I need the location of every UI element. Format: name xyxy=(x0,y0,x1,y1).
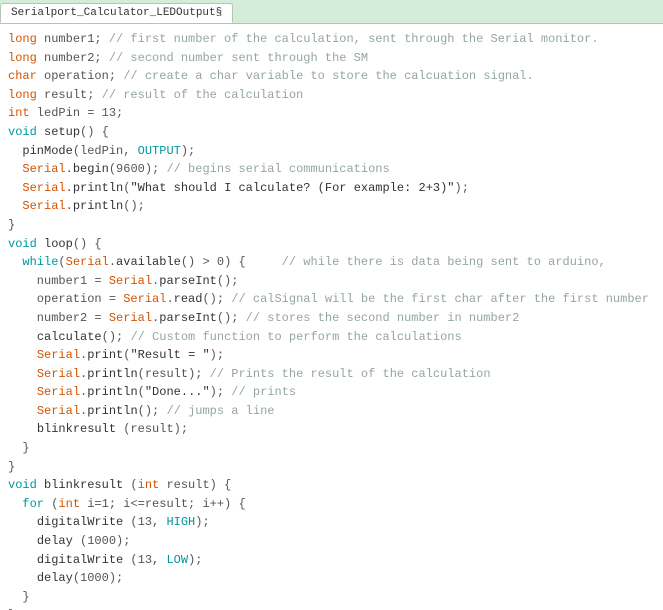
code-line: long result; // result of the calculatio… xyxy=(8,86,655,105)
code-line: while(Serial.available() > 0) { // while… xyxy=(8,253,655,272)
code-line: void blinkresult (int result) { xyxy=(8,476,655,495)
code-line: } xyxy=(8,458,655,477)
code-line: operation = Serial.read(); // calSignal … xyxy=(8,290,655,309)
code-line: for (int i=1; i<=result; i++) { xyxy=(8,495,655,514)
code-line: Serial.println(); xyxy=(8,197,655,216)
code-line: Serial.println("What should I calculate?… xyxy=(8,179,655,198)
code-line: Serial.println("Done..."); // prints xyxy=(8,383,655,402)
code-line: long number2; // second number sent thro… xyxy=(8,49,655,68)
code-line: } xyxy=(8,439,655,458)
active-tab[interactable]: Serialport_Calculator_LEDOutput§ xyxy=(0,3,233,23)
code-line: void setup() { xyxy=(8,123,655,142)
code-line: pinMode(ledPin, OUTPUT); xyxy=(8,142,655,161)
tab-label: Serialport_Calculator_LEDOutput§ xyxy=(11,7,222,19)
code-line: } xyxy=(8,606,655,610)
code-line: long number1; // first number of the cal… xyxy=(8,30,655,49)
code-line: } xyxy=(8,216,655,235)
code-line: number2 = Serial.parseInt(); // stores t… xyxy=(8,309,655,328)
code-line: delay (1000); xyxy=(8,532,655,551)
code-area: long number1; // first number of the cal… xyxy=(0,24,663,610)
code-line: number1 = Serial.parseInt(); xyxy=(8,272,655,291)
code-line: Serial.println(result); // Prints the re… xyxy=(8,365,655,384)
code-line: digitalWrite (13, HIGH); xyxy=(8,513,655,532)
code-line: delay(1000); xyxy=(8,569,655,588)
tab-bar: Serialport_Calculator_LEDOutput§ xyxy=(0,0,663,24)
code-line: char operation; // create a char variabl… xyxy=(8,67,655,86)
code-line: int ledPin = 13; xyxy=(8,104,655,123)
code-line: blinkresult (result); xyxy=(8,420,655,439)
code-line: } xyxy=(8,588,655,607)
code-line: Serial.println(); // jumps a line xyxy=(8,402,655,421)
code-line: Serial.begin(9600); // begins serial com… xyxy=(8,160,655,179)
code-line: Serial.print("Result = "); xyxy=(8,346,655,365)
code-line: calculate(); // Custom function to perfo… xyxy=(8,328,655,347)
code-line: void loop() { xyxy=(8,235,655,254)
code-line: digitalWrite (13, LOW); xyxy=(8,551,655,570)
